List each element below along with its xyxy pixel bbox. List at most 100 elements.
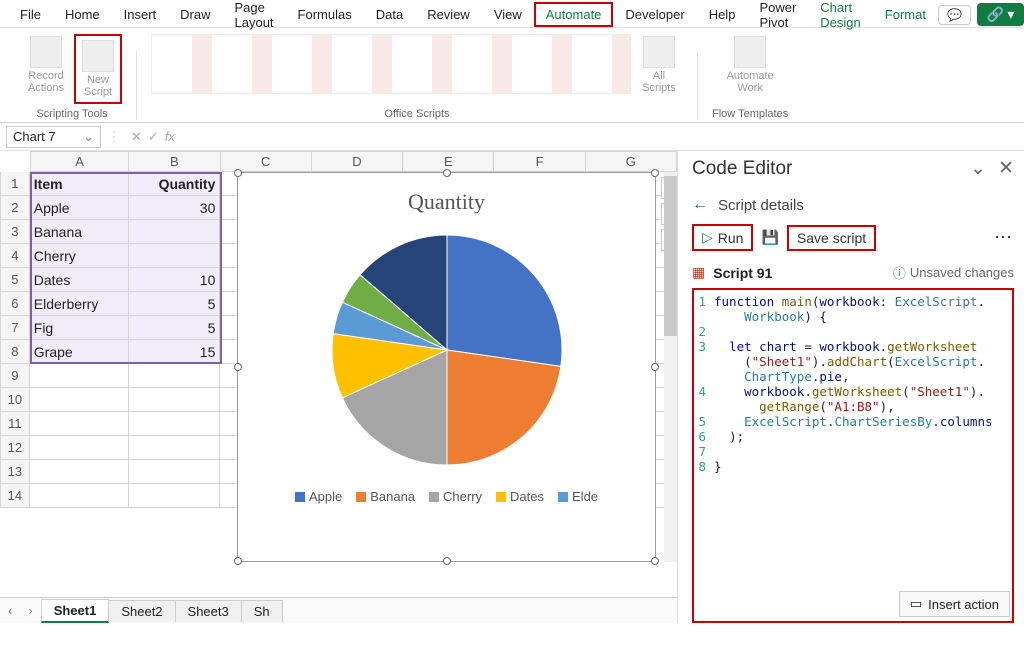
cell[interactable] (129, 388, 220, 412)
row-header-6[interactable]: 6 (0, 292, 30, 316)
close-icon[interactable]: ✕ (998, 157, 1014, 180)
record-actions-button[interactable]: Record Actions (22, 34, 70, 104)
vertical-scrollbar[interactable] (664, 172, 677, 562)
ribbon-tab-power-pivot[interactable]: Power Pivot (747, 0, 808, 35)
comments-button[interactable]: 💬 (938, 5, 971, 25)
cell[interactable]: Grape (30, 340, 129, 364)
name-box[interactable]: Chart 7 ⌄ (6, 126, 101, 148)
col-header-B[interactable]: B (129, 151, 220, 172)
cancel-icon[interactable]: ✕ (131, 129, 142, 145)
code-editor-textarea[interactable]: 1function main(workbook: ExcelScript. Wo… (692, 288, 1014, 623)
row-header-1[interactable]: 1 (0, 172, 30, 196)
automate-work-button[interactable]: Automate Work (726, 34, 774, 96)
name-box-dropdown-icon[interactable]: ⌄ (83, 129, 94, 145)
chart-resize-handle[interactable] (651, 169, 659, 177)
cell[interactable]: 30 (129, 196, 220, 220)
cell[interactable] (30, 388, 129, 412)
fx-icon[interactable]: fx (165, 129, 175, 144)
cell[interactable]: Cherry (30, 244, 129, 268)
cell[interactable]: 15 (129, 340, 220, 364)
chart-resize-handle[interactable] (443, 557, 451, 565)
row-header-12[interactable]: 12 (0, 436, 30, 460)
sheet-nav-prev[interactable]: ‹ (0, 603, 20, 618)
cell[interactable] (30, 436, 129, 460)
row-header-5[interactable]: 5 (0, 268, 30, 292)
all-scripts-button[interactable]: All Scripts (635, 34, 683, 96)
ribbon-tab-insert[interactable]: Insert (112, 2, 169, 27)
cell[interactable] (129, 412, 220, 436)
cell[interactable]: 5 (129, 292, 220, 316)
insert-action-button[interactable]: ▭ Insert action (899, 591, 1010, 617)
script-gallery[interactable] (151, 34, 631, 94)
sheet-tab-sheet3[interactable]: Sheet3 (175, 600, 242, 622)
ribbon-tab-draw[interactable]: Draw (168, 2, 222, 27)
cell[interactable] (30, 484, 129, 508)
cell[interactable]: Dates (30, 268, 129, 292)
more-options-button[interactable]: ⋯ (994, 227, 1014, 248)
cell[interactable]: Banana (30, 220, 129, 244)
ribbon-tab-developer[interactable]: Developer (613, 2, 696, 27)
row-header-2[interactable]: 2 (0, 196, 30, 220)
pie-chart[interactable] (322, 225, 572, 475)
row-header-7[interactable]: 7 (0, 316, 30, 340)
sheet-tab-sh[interactable]: Sh (241, 600, 283, 622)
legend-item[interactable]: Apple (295, 489, 342, 504)
row-header-3[interactable]: 3 (0, 220, 30, 244)
row-header-8[interactable]: 8 (0, 340, 30, 364)
ribbon-tab-view[interactable]: View (482, 2, 534, 27)
ribbon-tab-page-layout[interactable]: Page Layout (223, 0, 286, 35)
cell[interactable]: 5 (129, 316, 220, 340)
cell[interactable]: 10 (129, 268, 220, 292)
share-button[interactable]: 🔗▾ (977, 3, 1024, 26)
legend-item[interactable]: Banana (356, 489, 415, 504)
legend-item[interactable]: Dates (496, 489, 544, 504)
cell[interactable] (129, 220, 220, 244)
save-script-button[interactable]: Save script (787, 225, 876, 251)
chart-resize-handle[interactable] (234, 169, 242, 177)
col-header-G[interactable]: G (586, 151, 677, 172)
row-header-13[interactable]: 13 (0, 460, 30, 484)
row-header-10[interactable]: 10 (0, 388, 30, 412)
back-arrow-icon[interactable]: ← (692, 196, 708, 214)
ribbon-tab-format[interactable]: Format (873, 2, 938, 27)
sheet-tab-sheet1[interactable]: Sheet1 (41, 599, 110, 623)
cell[interactable]: Elderberry (30, 292, 129, 316)
chart-resize-handle[interactable] (651, 363, 659, 371)
chart-resize-handle[interactable] (651, 557, 659, 565)
row-header-4[interactable]: 4 (0, 244, 30, 268)
run-button[interactable]: ▷ Run (692, 224, 753, 251)
cell[interactable]: Fig (30, 316, 129, 340)
cell[interactable] (129, 244, 220, 268)
row-header-11[interactable]: 11 (0, 412, 30, 436)
sheet-tab-sheet2[interactable]: Sheet2 (108, 600, 175, 622)
col-header-A[interactable]: A (30, 151, 129, 172)
cell[interactable] (129, 364, 220, 388)
enter-icon[interactable]: ✓ (148, 129, 159, 145)
ribbon-tab-chart-design[interactable]: Chart Design (808, 0, 872, 35)
cell[interactable] (129, 460, 220, 484)
row-header-9[interactable]: 9 (0, 364, 30, 388)
cell[interactable]: Apple (30, 196, 129, 220)
legend-item[interactable]: Cherry (429, 489, 482, 504)
chart-resize-handle[interactable] (443, 169, 451, 177)
chart-object[interactable]: QuantityAppleBananaCherryDatesElde+🖌▽ (237, 172, 656, 562)
col-header-D[interactable]: D (312, 151, 403, 172)
legend-item[interactable]: Elde (558, 489, 598, 504)
ribbon-tab-formulas[interactable]: Formulas (286, 2, 364, 27)
cell[interactable] (129, 436, 220, 460)
ribbon-tab-home[interactable]: Home (53, 2, 112, 27)
ribbon-tab-file[interactable]: File (8, 2, 53, 27)
chart-resize-handle[interactable] (234, 557, 242, 565)
cell[interactable]: Item (30, 172, 129, 196)
cell[interactable] (30, 364, 129, 388)
chart-legend[interactable]: Apple Banana Cherry Dates Elde (238, 489, 655, 504)
col-header-C[interactable]: C (221, 151, 312, 172)
new-script-button[interactable]: New Script (74, 34, 122, 104)
cell[interactable] (129, 484, 220, 508)
cell[interactable] (30, 412, 129, 436)
cell[interactable] (30, 460, 129, 484)
sheet-nav-next[interactable]: › (20, 603, 40, 618)
row-header-14[interactable]: 14 (0, 484, 30, 508)
chart-title[interactable]: Quantity (238, 189, 655, 215)
chevron-down-icon[interactable]: ⌄ (970, 157, 986, 180)
